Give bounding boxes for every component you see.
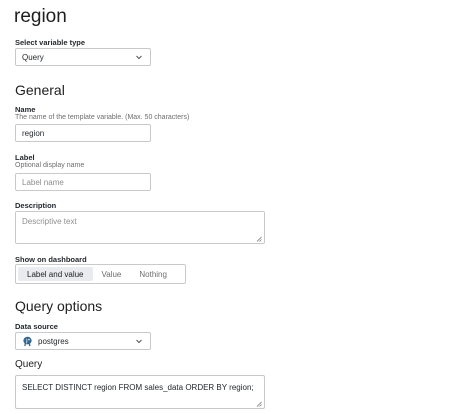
variable-type-value: Query [22, 52, 44, 62]
show-on-dashboard-label: Show on dashboard [15, 255, 87, 264]
description-textarea[interactable]: Descriptive text [15, 211, 265, 244]
query-editor[interactable]: SELECT DISTINCT region FROM sales_data O… [15, 375, 265, 409]
general-section-title: General [15, 82, 65, 98]
name-description: The name of the template variable. (Max.… [15, 114, 190, 121]
chevron-down-icon [134, 52, 144, 62]
show-on-dashboard-radio-group: Label and value Value Nothing [15, 264, 186, 284]
data-source-select[interactable]: postgres [15, 332, 151, 350]
postgres-elephant-icon [22, 336, 33, 347]
resize-handle-icon[interactable] [256, 235, 262, 242]
variable-type-label: Select variable type [15, 38, 86, 47]
label-field-label: Label [15, 153, 35, 162]
option-label-and-value[interactable]: Label and value [18, 267, 93, 281]
chevron-down-icon [134, 336, 144, 346]
description-placeholder: Descriptive text [22, 217, 77, 226]
query-label: Query [15, 359, 43, 370]
variable-type-select[interactable]: Query [15, 48, 151, 66]
label-input[interactable]: Label name [15, 173, 151, 191]
option-nothing[interactable]: Nothing [130, 267, 176, 281]
query-text: SELECT DISTINCT region FROM sales_data O… [22, 383, 254, 392]
data-source-label: Data source [15, 322, 58, 331]
label-field-description: Optional display name [15, 162, 85, 169]
label-input-placeholder: Label name [22, 177, 64, 187]
page-title: region [14, 6, 67, 27]
name-input-value: region [22, 128, 45, 138]
resize-handle-icon[interactable] [256, 400, 262, 407]
data-source-value: postgres [38, 336, 69, 346]
name-input[interactable]: region [15, 124, 151, 142]
description-label: Description [15, 201, 57, 210]
option-value[interactable]: Value [93, 267, 131, 281]
name-label: Name [15, 105, 36, 114]
query-options-section-title: Query options [15, 298, 103, 314]
